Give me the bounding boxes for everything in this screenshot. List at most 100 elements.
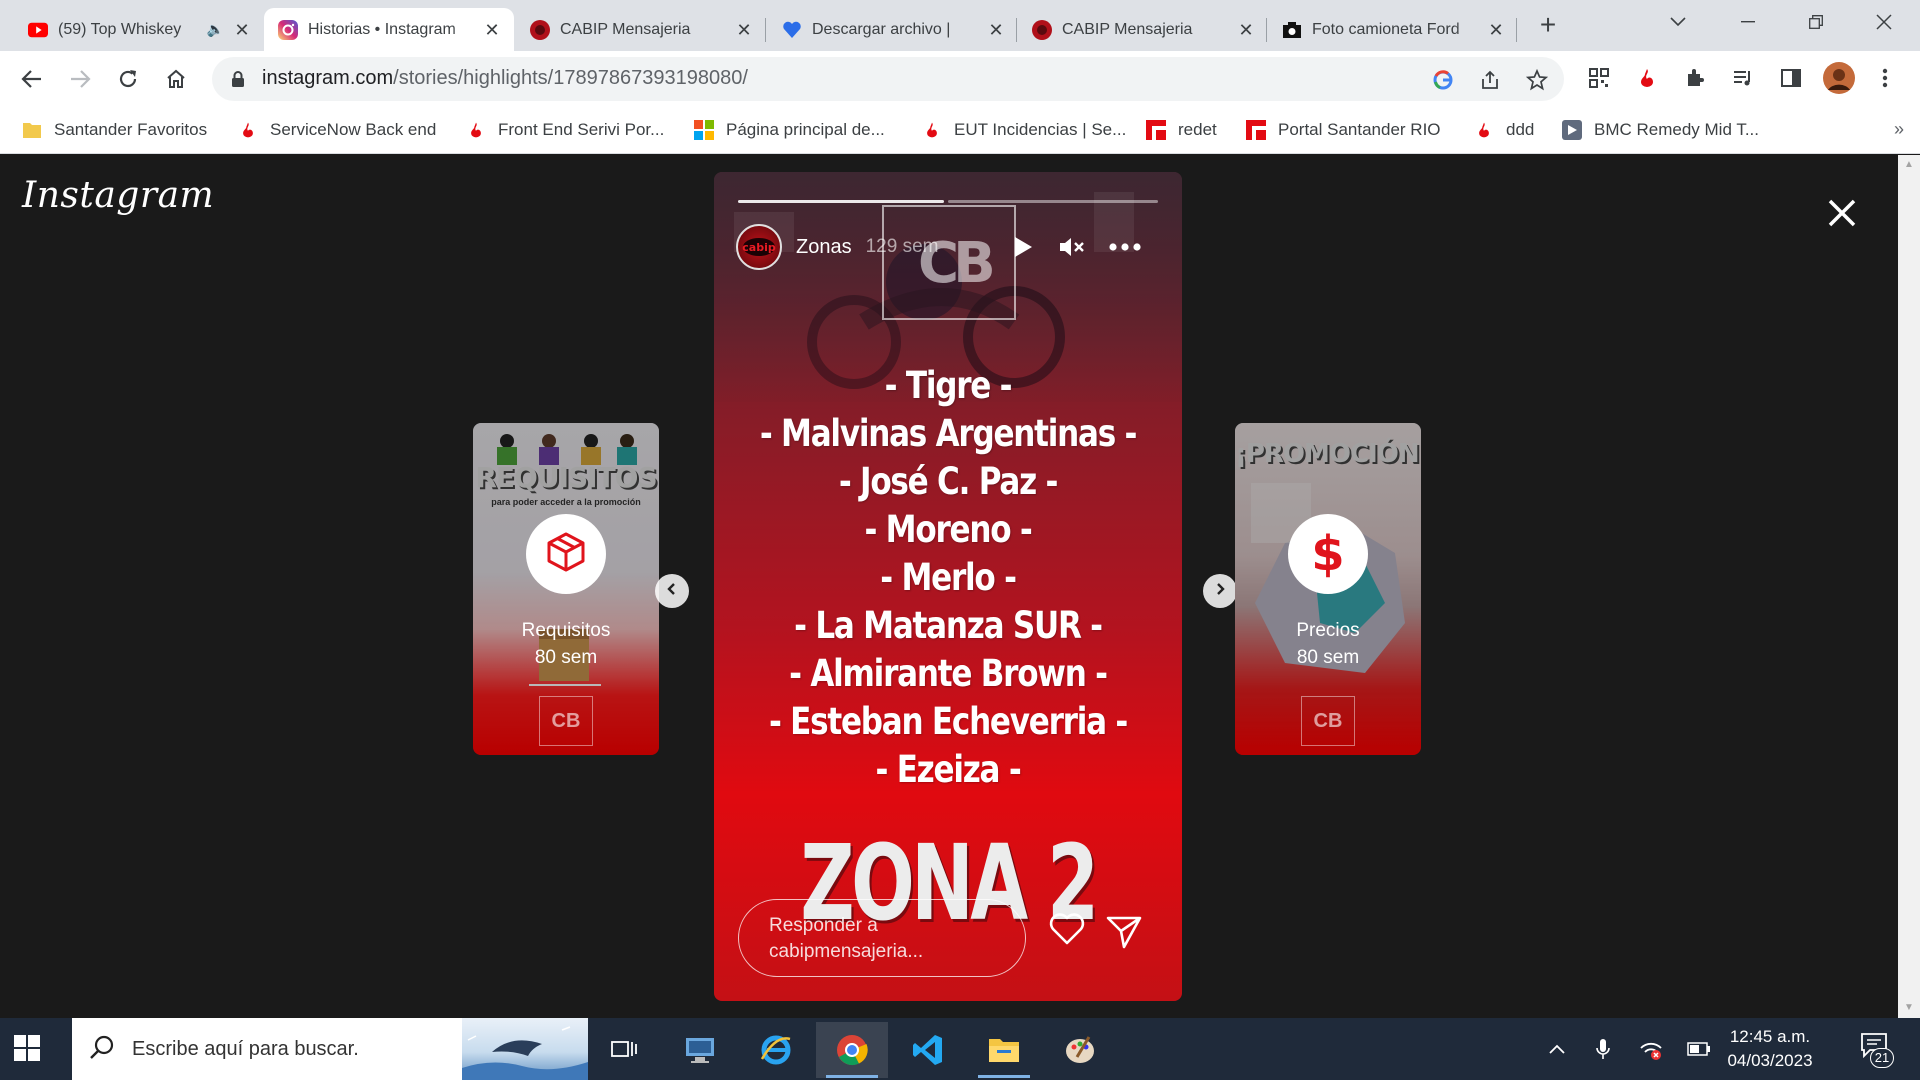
home-icon[interactable] — [158, 61, 194, 97]
close-window-icon[interactable] — [1856, 0, 1912, 44]
extensions-icon[interactable] — [1680, 63, 1710, 93]
santander-icon — [238, 120, 258, 140]
close-tab-icon[interactable]: ✕ — [1236, 20, 1256, 40]
close-tab-icon[interactable]: ✕ — [734, 20, 754, 40]
play-icon[interactable] — [1010, 234, 1036, 260]
send-direct-icon[interactable] — [1106, 915, 1146, 955]
story-preview-precios[interactable]: ¡PROMOCIÓN! $ Precios 80 sem CB — [1235, 423, 1421, 755]
bookmark-portal-santander[interactable]: Portal Santander RIO — [1246, 117, 1441, 143]
scroll-up-icon[interactable]: ▲ — [1903, 159, 1915, 171]
tab-youtube[interactable]: (59) Top Whiskey 🔈 ✕ — [14, 8, 264, 51]
close-tab-icon[interactable]: ✕ — [232, 20, 252, 40]
story-username[interactable]: Zonas — [796, 236, 852, 259]
tab-strip: (59) Top Whiskey 🔈 ✕ Historias • Instagr… — [0, 0, 1920, 51]
story-user-avatar[interactable]: cabip — [736, 224, 782, 270]
active-story[interactable]: CB cabip Zonas 129 sem - Tigre - - Malvi… — [714, 172, 1182, 1001]
youtube-icon — [28, 20, 48, 40]
share-icon[interactable] — [1477, 67, 1503, 93]
dollar-icon: $ — [1311, 526, 1345, 582]
system-clock[interactable]: 12:45 a.m. 04/03/2023 — [1720, 1025, 1820, 1073]
google-icon[interactable] — [1430, 67, 1456, 93]
tab-title: CABIP Mensajeria — [560, 20, 691, 38]
scroll-down-icon[interactable]: ▼ — [1903, 1002, 1915, 1014]
bookmarks-overflow-button[interactable]: » — [1894, 119, 1904, 140]
story-preview-avatar — [526, 514, 606, 594]
bookmark-servicenow[interactable]: ServiceNow Back end — [238, 117, 436, 143]
side-panel-icon[interactable] — [1776, 63, 1806, 93]
bookmark-star-icon[interactable] — [1524, 67, 1550, 93]
page-scrollbar[interactable]: ▲ ▼ — [1898, 155, 1920, 1018]
minimize-icon[interactable] — [1720, 0, 1776, 44]
story-preview-name: Precios — [1296, 620, 1360, 641]
windows-start-icon[interactable] — [14, 1035, 42, 1063]
muted-speaker-icon[interactable] — [1058, 234, 1086, 260]
bookmark-eut-incidencias[interactable]: EUT Incidencias | Se... — [922, 117, 1126, 143]
vscode-icon[interactable] — [892, 1022, 964, 1078]
bmc-icon — [1562, 120, 1582, 140]
bookmark-ddd[interactable]: ddd — [1474, 117, 1534, 143]
tab-search-icon[interactable] — [1650, 0, 1706, 44]
speaker-icon[interactable]: 🔈 — [207, 21, 224, 38]
notification-center-icon[interactable]: 21 — [1860, 1032, 1894, 1068]
next-story-button[interactable] — [1203, 574, 1237, 608]
profile-avatar[interactable] — [1822, 61, 1856, 95]
reply-input[interactable]: Responder a cabipmensajeria... — [738, 899, 1026, 977]
address-bar[interactable]: instagram.com/stories/highlights/1789786… — [212, 57, 1564, 101]
task-view-icon[interactable] — [588, 1022, 660, 1078]
chrome-menu-icon[interactable] — [1870, 63, 1900, 93]
chrome-taskbar-icon[interactable] — [816, 1022, 888, 1078]
restore-icon[interactable] — [1788, 0, 1844, 44]
tab-title: CABIP Mensajeria — [1062, 20, 1193, 38]
internet-explorer-icon[interactable] — [740, 1022, 812, 1078]
back-icon[interactable] — [14, 61, 50, 97]
santander-icon — [1474, 120, 1494, 140]
microphone-icon[interactable] — [1590, 1036, 1616, 1062]
more-options-icon[interactable] — [1108, 234, 1142, 260]
file-explorer-icon[interactable] — [968, 1022, 1040, 1078]
tab-instagram[interactable]: Historias • Instagram ✕ — [264, 8, 514, 51]
url-text[interactable]: instagram.com/stories/highlights/1789786… — [262, 67, 748, 90]
reload-icon[interactable] — [110, 61, 146, 97]
bookmark-pagina-principal[interactable]: Página principal de... — [694, 117, 885, 143]
paint-icon[interactable] — [1044, 1022, 1116, 1078]
tab-descargar[interactable]: Descargar archivo | ✕ — [768, 8, 1018, 51]
microsoft-icon — [694, 120, 714, 140]
close-tab-icon[interactable]: ✕ — [986, 20, 1006, 40]
media-control-icon[interactable] — [1728, 63, 1758, 93]
previous-story-button[interactable] — [655, 574, 689, 608]
tab-cabip-1[interactable]: CABIP Mensajeria ✕ — [516, 8, 766, 51]
tab-title: (59) Top Whiskey — [58, 20, 182, 38]
tab-separator — [765, 18, 766, 42]
story-preview-requisitos[interactable]: REQUISITOS para poder acceder a la promo… — [473, 423, 659, 755]
network-disconnected-icon[interactable] — [1638, 1036, 1664, 1062]
bookmark-redet[interactable]: redet — [1146, 117, 1217, 143]
tab-foto-camioneta[interactable]: Foto camioneta Ford ✕ — [1268, 8, 1518, 51]
like-heart-icon[interactable] — [1049, 912, 1089, 952]
tab-cabip-2[interactable]: CABIP Mensajeria ✕ — [1018, 8, 1268, 51]
svg-text:cabip: cabip — [742, 241, 776, 254]
open-app-indicator — [978, 1075, 1030, 1078]
close-stories-icon[interactable] — [1822, 193, 1862, 233]
clock-date: 04/03/2023 — [1727, 1051, 1813, 1070]
santander-icon — [466, 120, 486, 140]
taskbar-search[interactable]: Escribe aquí para buscar. — [72, 1018, 588, 1080]
browser-toolbar: instagram.com/stories/highlights/1789786… — [0, 51, 1920, 107]
instagram-logo[interactable]: Instagram — [22, 175, 214, 216]
zone-item: - La Matanza SUR - — [794, 604, 1103, 647]
camera-icon — [1282, 20, 1302, 40]
tab-title: Foto camioneta Ford — [1312, 20, 1460, 38]
close-tab-icon[interactable]: ✕ — [482, 20, 502, 40]
remote-desktop-icon[interactable] — [664, 1022, 736, 1078]
bookmark-bmc-remedy[interactable]: BMC Remedy Mid T... — [1562, 117, 1759, 143]
forward-icon[interactable] — [62, 61, 98, 97]
close-tab-icon[interactable]: ✕ — [1486, 20, 1506, 40]
santander-extension-icon[interactable] — [1632, 63, 1662, 93]
new-tab-button[interactable]: + — [1530, 10, 1566, 42]
show-hidden-icons-icon[interactable] — [1544, 1036, 1570, 1062]
bookmark-santander-favoritos[interactable]: Santander Favoritos — [22, 117, 207, 143]
chevron-left-icon — [665, 582, 679, 601]
lock-icon[interactable] — [228, 69, 248, 89]
bookmark-front-end[interactable]: Front End Serivi Por... — [466, 117, 664, 143]
battery-icon[interactable] — [1686, 1036, 1712, 1062]
qr-code-icon[interactable] — [1584, 63, 1614, 93]
